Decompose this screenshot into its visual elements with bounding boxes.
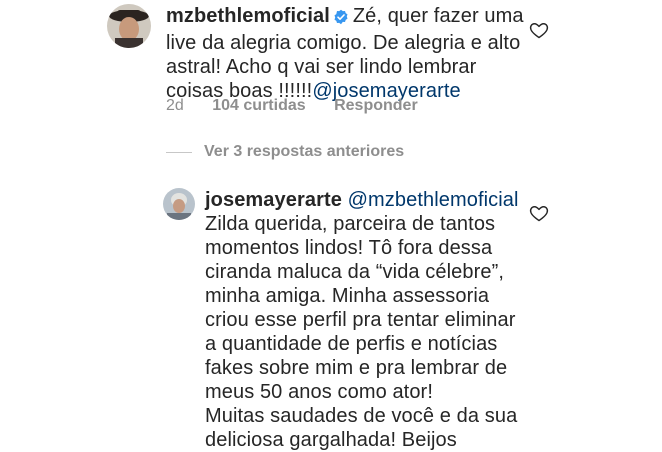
view-previous-replies-button[interactable]: Ver 3 respostas anteriores (166, 143, 404, 161)
comment-body: mzbethlemoficial Zé, quer fazer uma live … (166, 4, 546, 103)
comment-text-line: live da alegria comigo. De alegria e alt… (166, 32, 521, 54)
avatar-photo (107, 4, 151, 48)
comment-text-line: fakes sobre mim e pra lembrar de (205, 357, 508, 379)
comment-text-line: a quantidade de perfis e notícias (205, 333, 498, 355)
comment-body: josemayerarte @mzbethlemoficial Zilda qu… (205, 188, 535, 452)
heart-icon[interactable] (529, 20, 549, 40)
verified-badge-icon (333, 7, 349, 31)
comment-text-line: deliciosa gargalhada! Beijos (205, 429, 457, 451)
heart-icon[interactable] (529, 203, 549, 223)
divider-line (166, 151, 192, 153)
avatar-photo (163, 188, 195, 220)
mention-link[interactable]: @mzbethlemoficial (348, 189, 519, 211)
likes-count[interactable]: 104 curtidas (212, 97, 305, 114)
comment-text-line: ciranda maluca da “vida célebre”, (205, 261, 505, 283)
comment-text-line: meus 50 anos como ator! (205, 381, 433, 403)
comment-text-line: criou esse perfil pra tentar eliminar (205, 309, 516, 331)
comment-text-line: Muitas saudades de você e da sua (205, 405, 518, 427)
reply-button[interactable]: Responder (334, 97, 418, 114)
comment-text-line: minha amiga. Minha assessoria (205, 285, 490, 307)
comment-text-line: momentos lindos! Tô fora dessa (205, 237, 493, 259)
comment-text-line: Zé, quer fazer uma (352, 5, 524, 27)
avatar[interactable] (107, 4, 151, 48)
comment-text-line: Zilda querida, parceira de tantos (205, 213, 496, 235)
comment-meta: 2d 104 curtidas Responder (166, 97, 442, 115)
avatar[interactable] (163, 188, 195, 220)
comment-text-line: astral! Acho q vai ser lindo lembrar (166, 56, 477, 78)
comment-username[interactable]: mzbethlemoficial (166, 5, 330, 27)
view-replies-label: Ver 3 respostas anteriores (204, 143, 405, 160)
comment-username[interactable]: josemayerarte (205, 189, 342, 211)
timestamp: 2d (166, 97, 184, 114)
